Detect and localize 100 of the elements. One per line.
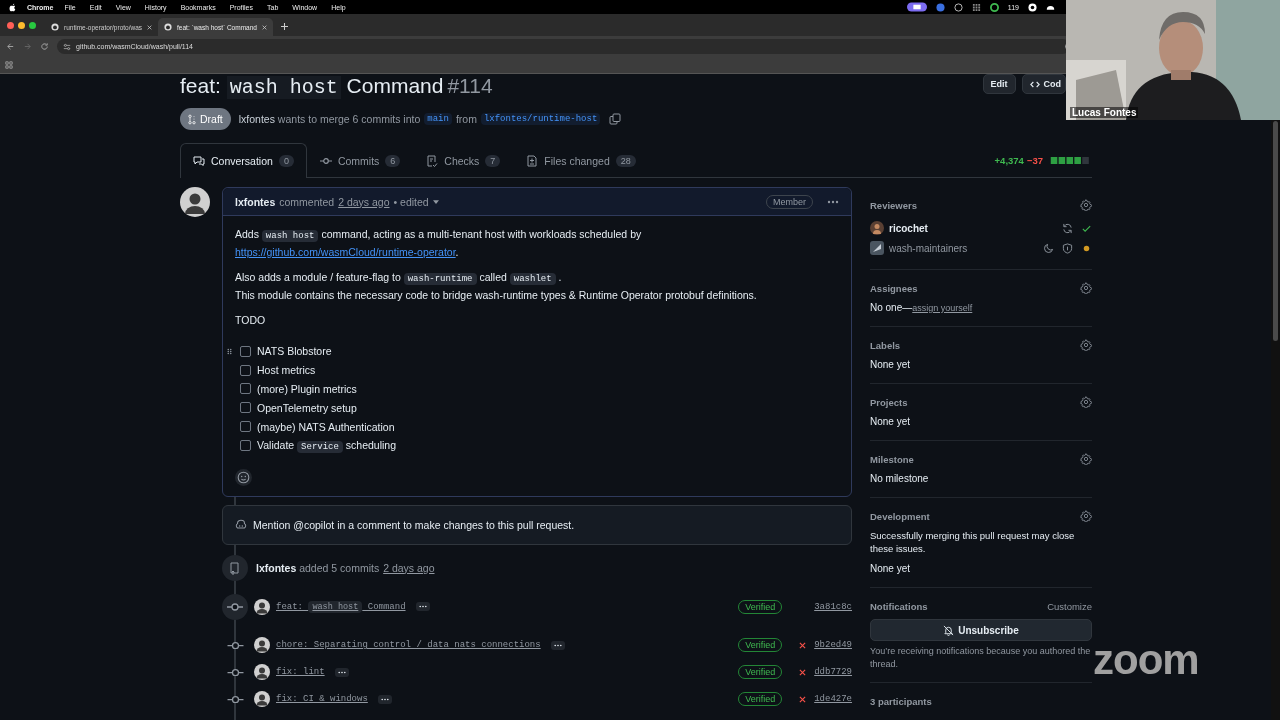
close-window-button[interactable] bbox=[7, 21, 14, 29]
commit-sha[interactable]: ddb7729 bbox=[814, 667, 852, 678]
reviewer-avatar[interactable] bbox=[870, 221, 884, 235]
failed-status-icon[interactable] bbox=[798, 668, 806, 676]
comment-text: TODO bbox=[235, 313, 267, 328]
copy-icon[interactable] bbox=[609, 113, 622, 125]
commit-message-link[interactable]: chore: Separating control / data nats connections bbox=[276, 640, 541, 651]
reviewer-name[interactable]: ricochet bbox=[889, 222, 928, 234]
expand-commit-button[interactable] bbox=[334, 667, 349, 677]
edited-dropdown[interactable]: • edited bbox=[393, 195, 439, 208]
commit-icon bbox=[222, 593, 248, 620]
section-title: Projects bbox=[870, 396, 908, 408]
comment-text: https://github.com/wasmCloud/runtime-operator. bbox=[235, 245, 460, 260]
header-button[interactable]: Cod bbox=[1021, 74, 1066, 94]
apple-icon[interactable] bbox=[9, 2, 16, 12]
commit-message-link[interactable]: fix: CI & windows bbox=[276, 694, 368, 705]
task-checkbox[interactable] bbox=[240, 439, 251, 451]
settings-icon[interactable] bbox=[1080, 453, 1092, 465]
notification-note: You’re receiving notifications because you authored the thread. bbox=[870, 645, 1092, 671]
pr-tab[interactable]: Checks 7 bbox=[413, 143, 514, 177]
task-checkbox[interactable] bbox=[240, 402, 251, 414]
push-event-icon bbox=[222, 554, 248, 581]
author-avatar[interactable] bbox=[254, 598, 270, 615]
section-title: Milestone bbox=[870, 453, 914, 465]
comment-text: This module contains the necessary code to bridge wash-runtime types & Runtime Operator protobuf definitions. bbox=[235, 288, 758, 303]
commit-sha[interactable]: 1de427e bbox=[814, 694, 852, 705]
new-tab-icon[interactable] bbox=[280, 23, 288, 30]
file-diff-icon bbox=[526, 154, 539, 167]
draft-pr-icon bbox=[188, 113, 196, 125]
task-checkbox[interactable] bbox=[240, 364, 251, 376]
user-avatar[interactable] bbox=[180, 187, 210, 217]
pr-title: feat: wash host Command #114 bbox=[180, 74, 493, 100]
ellipsis-icon bbox=[380, 697, 389, 701]
record-icon[interactable] bbox=[1028, 2, 1037, 12]
close-icon[interactable] bbox=[261, 24, 267, 30]
pr-tab[interactable]: Files changed 28 bbox=[513, 143, 649, 177]
header-button[interactable]: Edit bbox=[982, 74, 1016, 94]
speech-bubble-icon bbox=[193, 155, 205, 167]
re-request-icon[interactable] bbox=[1062, 222, 1073, 234]
settings-icon[interactable] bbox=[1080, 199, 1092, 211]
customize-link[interactable]: Customize bbox=[1047, 600, 1092, 612]
comment-author[interactable]: lxfontes bbox=[235, 195, 276, 208]
team-avatar[interactable] bbox=[870, 241, 884, 255]
expand-commit-button[interactable] bbox=[550, 640, 565, 650]
zoom-window-button[interactable] bbox=[29, 21, 36, 29]
settings-icon[interactable] bbox=[1080, 282, 1092, 294]
task-checkbox[interactable] bbox=[240, 345, 251, 357]
pr-tab[interactable]: Commits 6 bbox=[306, 143, 414, 177]
settings-icon[interactable] bbox=[1080, 339, 1092, 351]
pr-tab[interactable]: Conversation 0 bbox=[180, 143, 307, 178]
commit-sha[interactable]: 9b2ed49 bbox=[814, 640, 852, 651]
expand-commit-button[interactable] bbox=[415, 602, 430, 612]
grid-icon[interactable] bbox=[971, 2, 981, 12]
commit-sha[interactable]: 3a81c8c bbox=[814, 601, 852, 612]
task-checkbox[interactable] bbox=[240, 383, 251, 395]
minimize-window-button[interactable] bbox=[18, 21, 25, 29]
failed-status-icon[interactable] bbox=[798, 641, 806, 649]
author-avatar[interactable] bbox=[254, 637, 270, 654]
task-checkbox[interactable] bbox=[240, 421, 251, 433]
assign-yourself-link[interactable]: assign yourself bbox=[912, 303, 973, 313]
author-avatar[interactable] bbox=[254, 691, 270, 708]
code-icon bbox=[1029, 79, 1040, 89]
bell-slash-icon bbox=[943, 624, 955, 636]
commit-message-link[interactable]: fix: lint bbox=[276, 667, 325, 678]
expand-commit-button[interactable] bbox=[377, 694, 392, 704]
scrollbar-thumb[interactable] bbox=[1273, 121, 1278, 341]
shield-icon bbox=[1062, 242, 1073, 254]
author-avatar[interactable] bbox=[254, 664, 270, 681]
task-text: Validate Service scheduling bbox=[257, 438, 397, 452]
ellipsis-icon bbox=[418, 605, 427, 609]
failed-status-icon[interactable] bbox=[798, 695, 806, 703]
close-icon[interactable] bbox=[147, 24, 153, 30]
comment-text: Adds wash host command, acting as a multi-tenant host with workloads scheduled by bbox=[235, 227, 643, 244]
section-title: Development bbox=[870, 510, 930, 522]
ellipsis-icon bbox=[337, 670, 346, 674]
event-time[interactable]: 2 days ago bbox=[383, 561, 435, 574]
settings-icon[interactable] bbox=[1080, 510, 1092, 522]
reviewer-name[interactable]: wash-maintainers bbox=[889, 242, 968, 254]
site-settings-icon[interactable] bbox=[63, 42, 71, 51]
draft-badge: Draft bbox=[180, 108, 231, 130]
screen-share-icon[interactable] bbox=[906, 2, 927, 12]
additions-count: +4,374 bbox=[994, 154, 1024, 166]
comment-text: Also adds a module / feature-flag to wash-runtime called washlet . bbox=[235, 270, 563, 287]
section-title: 3 participants bbox=[870, 695, 932, 707]
head-branch[interactable]: lxfontes/runtime-host bbox=[480, 113, 601, 125]
commit-icon bbox=[226, 668, 244, 676]
add-reaction-icon[interactable] bbox=[235, 468, 252, 486]
back-icon[interactable] bbox=[6, 42, 15, 51]
more-options-icon[interactable] bbox=[827, 199, 839, 204]
task-text: NATS Blobstore bbox=[257, 345, 332, 358]
drag-handle-icon[interactable] bbox=[227, 347, 232, 355]
unsubscribe-button[interactable]: Unsubscribe bbox=[870, 619, 1092, 641]
comment-time[interactable]: 2 days ago bbox=[338, 195, 390, 208]
repo-link[interactable]: https://github.com/wasmCloud/runtime-operator bbox=[235, 246, 456, 258]
base-branch[interactable]: main bbox=[424, 113, 452, 125]
copilot-icon bbox=[235, 519, 247, 531]
from-label: from bbox=[455, 113, 477, 125]
reload-icon[interactable] bbox=[40, 42, 49, 51]
participant-name: Lucas Fontes bbox=[1070, 107, 1139, 118]
settings-icon[interactable] bbox=[1080, 396, 1092, 408]
